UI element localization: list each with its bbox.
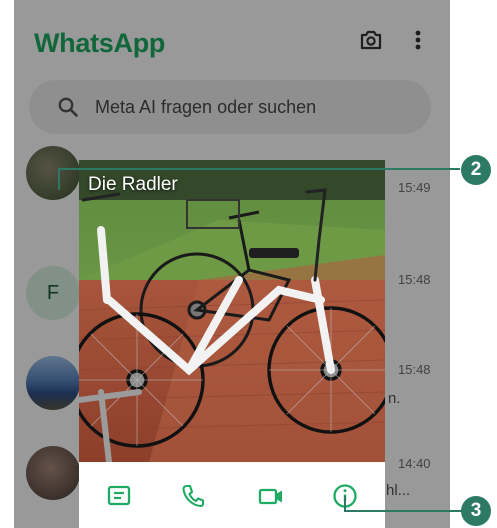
callout-badge-3: 3 — [461, 496, 491, 526]
callout-line — [58, 168, 460, 170]
callout-badge-2: 2 — [461, 155, 491, 185]
group-photo[interactable]: Die Radler — [79, 160, 385, 462]
video-icon[interactable] — [257, 482, 285, 510]
profile-popup: Die Radler — [79, 160, 385, 528]
popup-action-bar — [79, 462, 385, 528]
callout-line — [58, 168, 60, 190]
popup-group-name: Die Radler — [88, 174, 178, 195]
phone-icon[interactable] — [179, 482, 207, 510]
message-icon[interactable] — [105, 482, 133, 510]
callout-line — [344, 496, 346, 512]
callout-line — [344, 510, 462, 512]
screenshot-stage: WhatsApp Meta AI fragen oder suchen 15:4… — [0, 0, 497, 528]
